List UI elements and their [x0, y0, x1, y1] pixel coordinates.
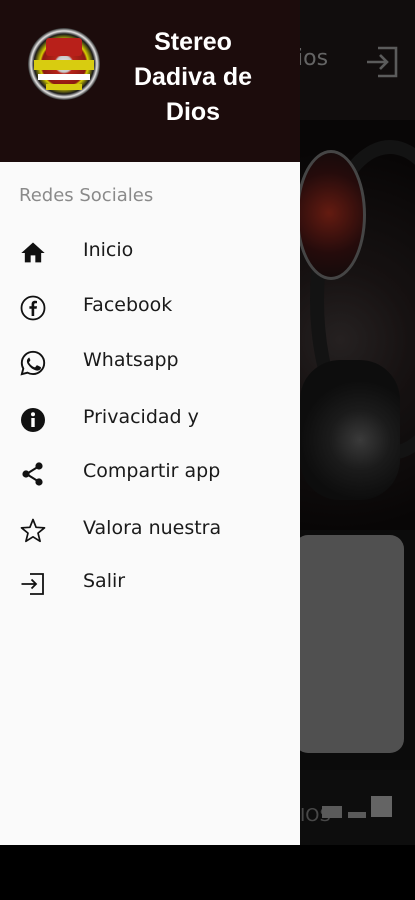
- exit-icon: [19, 570, 47, 598]
- drawer-header: Stereo Dadiva de Dios: [0, 0, 300, 162]
- menu-item-privacidad[interactable]: Privacidad y: [0, 392, 300, 446]
- facebook-icon: [19, 294, 47, 322]
- share-icon: [19, 460, 47, 488]
- star-icon: [19, 517, 47, 545]
- navigation-drawer: Stereo Dadiva de Dios Redes Sociales Ini…: [0, 0, 300, 845]
- drawer-title: Stereo Dadiva de Dios: [133, 28, 253, 126]
- whatsapp-icon: [19, 349, 47, 377]
- menu-item-label: Privacidad y: [83, 406, 199, 428]
- menu-item-label: Salir: [83, 570, 126, 592]
- menu-item-compartir[interactable]: Compartir app: [0, 446, 300, 500]
- home-icon: [19, 239, 47, 267]
- section-label: Redes Sociales: [19, 185, 154, 206]
- menu-item-inicio[interactable]: Inicio: [0, 225, 300, 279]
- info-icon: [19, 406, 47, 434]
- station-logo: [28, 28, 100, 100]
- menu-item-salir[interactable]: Salir: [0, 556, 300, 610]
- menu-item-label: Whatsapp: [83, 349, 179, 371]
- menu-item-label: Inicio: [83, 239, 134, 261]
- menu-item-label: Facebook: [83, 294, 173, 316]
- menu-item-label: Compartir app: [83, 460, 221, 482]
- menu-item-whatsapp[interactable]: Whatsapp: [0, 335, 300, 389]
- menu-item-valora[interactable]: Valora nuestra: [0, 503, 300, 557]
- menu-item-facebook[interactable]: Facebook: [0, 280, 300, 334]
- menu-item-label: Valora nuestra: [83, 517, 222, 539]
- system-navigation-bar: [0, 845, 415, 900]
